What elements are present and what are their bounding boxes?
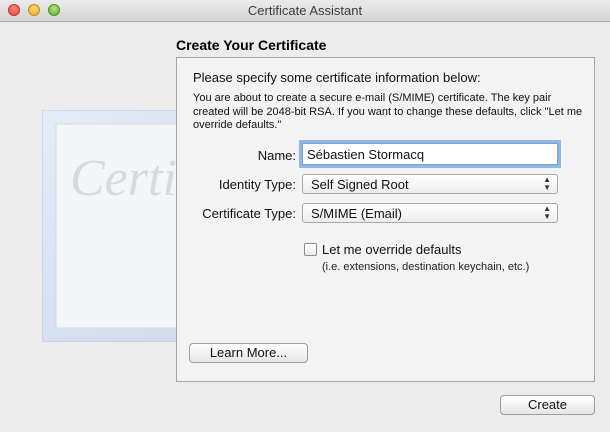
up-down-chevron-icon: ▲ ▼	[543, 175, 551, 192]
certificate-assistant-window: Certificate Assistant Certificate Create…	[0, 0, 610, 432]
override-defaults-checkbox[interactable]	[304, 243, 317, 256]
learn-more-button[interactable]: Learn More...	[189, 343, 308, 363]
identity-type-value: Self Signed Root	[311, 177, 409, 192]
window-title: Certificate Assistant	[247, 3, 363, 18]
certificate-type-value: S/MIME (Email)	[311, 206, 402, 221]
name-label: Name:	[257, 148, 296, 163]
override-defaults-hint: (i.e. extensions, destination keychain, …	[322, 261, 530, 273]
page-heading: Create Your Certificate	[176, 37, 327, 53]
create-button[interactable]: Create	[500, 395, 595, 415]
identity-type-label: Identity Type:	[218, 177, 296, 192]
instruction-text: Please specify some certificate informat…	[193, 70, 481, 85]
title-bar[interactable]: Certificate Assistant	[0, 0, 610, 22]
description-text: You are about to create a secure e-mail …	[193, 92, 583, 131]
certificate-type-label: Certificate Type:	[202, 206, 296, 221]
identity-type-select[interactable]: Self Signed Root ▲ ▼	[302, 174, 558, 194]
name-input[interactable]	[302, 143, 558, 165]
override-defaults-label[interactable]: Let me override defaults	[322, 242, 461, 257]
up-down-chevron-icon: ▲ ▼	[543, 204, 551, 221]
certificate-type-select[interactable]: S/MIME (Email) ▲ ▼	[302, 203, 558, 223]
